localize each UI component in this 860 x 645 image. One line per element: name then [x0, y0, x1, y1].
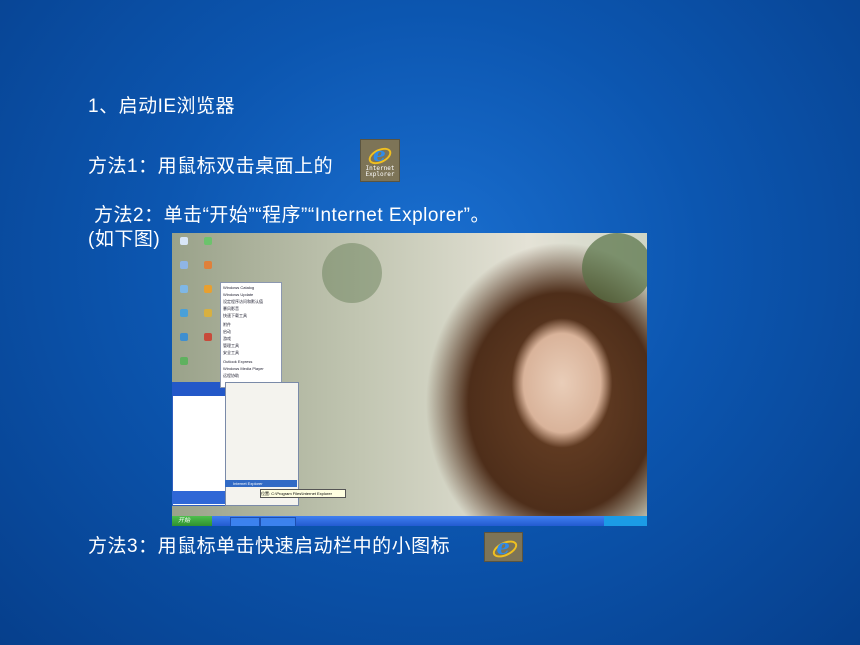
menu-item[interactable]: Windows Update: [223, 292, 279, 297]
menu-item[interactable]: 游戏: [223, 336, 279, 341]
ie-logo-icon: e: [489, 536, 520, 561]
method-1-text: 方法1：用鼠标双击桌面上的: [88, 156, 334, 177]
menu-item[interactable]: 暴风影音: [223, 306, 279, 311]
method-3-text: 方法3：用鼠标单击快速启动栏中的小图标: [88, 536, 451, 557]
menu-item[interactable]: 快速下载工具: [223, 313, 279, 318]
menu-item[interactable]: 管理工具: [223, 343, 279, 348]
menu-item[interactable]: 安全工具: [223, 350, 279, 355]
ie-quicklaunch-icon: e: [484, 532, 523, 562]
start-menu-left-pane: [172, 382, 228, 506]
slide-title: 1、启动IE浏览器: [88, 96, 236, 117]
menu-item[interactable]: Windows Catalog: [223, 285, 279, 290]
start-button[interactable]: 开始: [172, 516, 212, 526]
menu-item-internet-explorer[interactable]: Internet Explorer: [225, 480, 297, 487]
menu-item[interactable]: Outlook Express: [223, 359, 279, 364]
start-menu-footer: [172, 491, 226, 504]
path-tooltip: 位置: C:\Program Files\Internet Explorer: [260, 489, 346, 498]
taskbar-button[interactable]: [260, 517, 296, 526]
method-2-text: 方法2：单击“开始”“程序”“Internet Explorer”。: [94, 205, 490, 226]
menu-item[interactable]: 远程协助: [223, 373, 279, 378]
method-2-note: (如下图): [88, 229, 161, 250]
menu-item[interactable]: Windows Media Player: [223, 366, 279, 371]
menu-item[interactable]: 启动: [223, 329, 279, 334]
all-programs-menu[interactable]: [225, 382, 299, 506]
menu-item[interactable]: 设定程序访问和默认值: [223, 299, 279, 304]
ie-logo-icon: e: [366, 144, 394, 167]
programs-submenu[interactable]: Windows Catalog Windows Update 设定程序访问和默认…: [220, 282, 282, 388]
start-menu-screenshot: Windows Catalog Windows Update 设定程序访问和默认…: [172, 233, 647, 526]
start-menu-header: [172, 382, 226, 396]
menu-item[interactable]: 附件: [223, 322, 279, 327]
system-tray: [604, 516, 647, 526]
ie-desktop-icon: e Internet Explorer: [360, 139, 400, 182]
ie-icon-caption-2: Explorer: [365, 170, 395, 178]
taskbar-button[interactable]: [230, 517, 260, 526]
